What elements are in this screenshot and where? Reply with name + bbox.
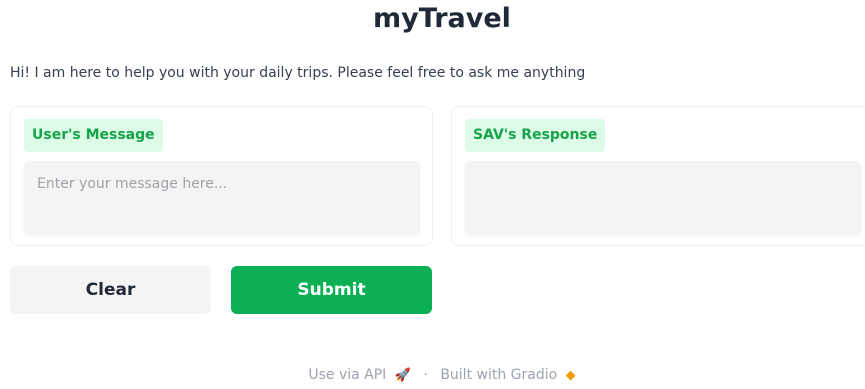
rocket-icon: 🚀	[394, 368, 411, 383]
use-via-api-label: Use via API	[308, 367, 387, 383]
built-with-gradio-link[interactable]: Built with Gradio ◆	[440, 367, 575, 383]
user-message-label: User's Message	[24, 119, 163, 152]
page-title: myTravel	[373, 3, 511, 34]
footer: Use via API 🚀 · Built with Gradio ◆	[0, 367, 865, 383]
footer-separator: ·	[423, 367, 428, 383]
sav-response-label: SAV's Response	[465, 119, 606, 152]
built-with-gradio-label: Built with Gradio	[440, 367, 558, 383]
user-message-input[interactable]	[24, 161, 420, 235]
gradio-logo-icon: ◆	[565, 368, 576, 383]
clear-button[interactable]: Clear	[10, 266, 211, 314]
use-via-api-link[interactable]: Use via API 🚀	[308, 367, 415, 383]
app-description: Hi! I am here to help you with your dail…	[10, 65, 586, 81]
user-message-panel: User's Message	[10, 106, 433, 246]
sav-response-panel: SAV's Response	[451, 106, 865, 246]
sav-response-output[interactable]	[465, 161, 861, 235]
submit-button[interactable]: Submit	[231, 266, 432, 314]
